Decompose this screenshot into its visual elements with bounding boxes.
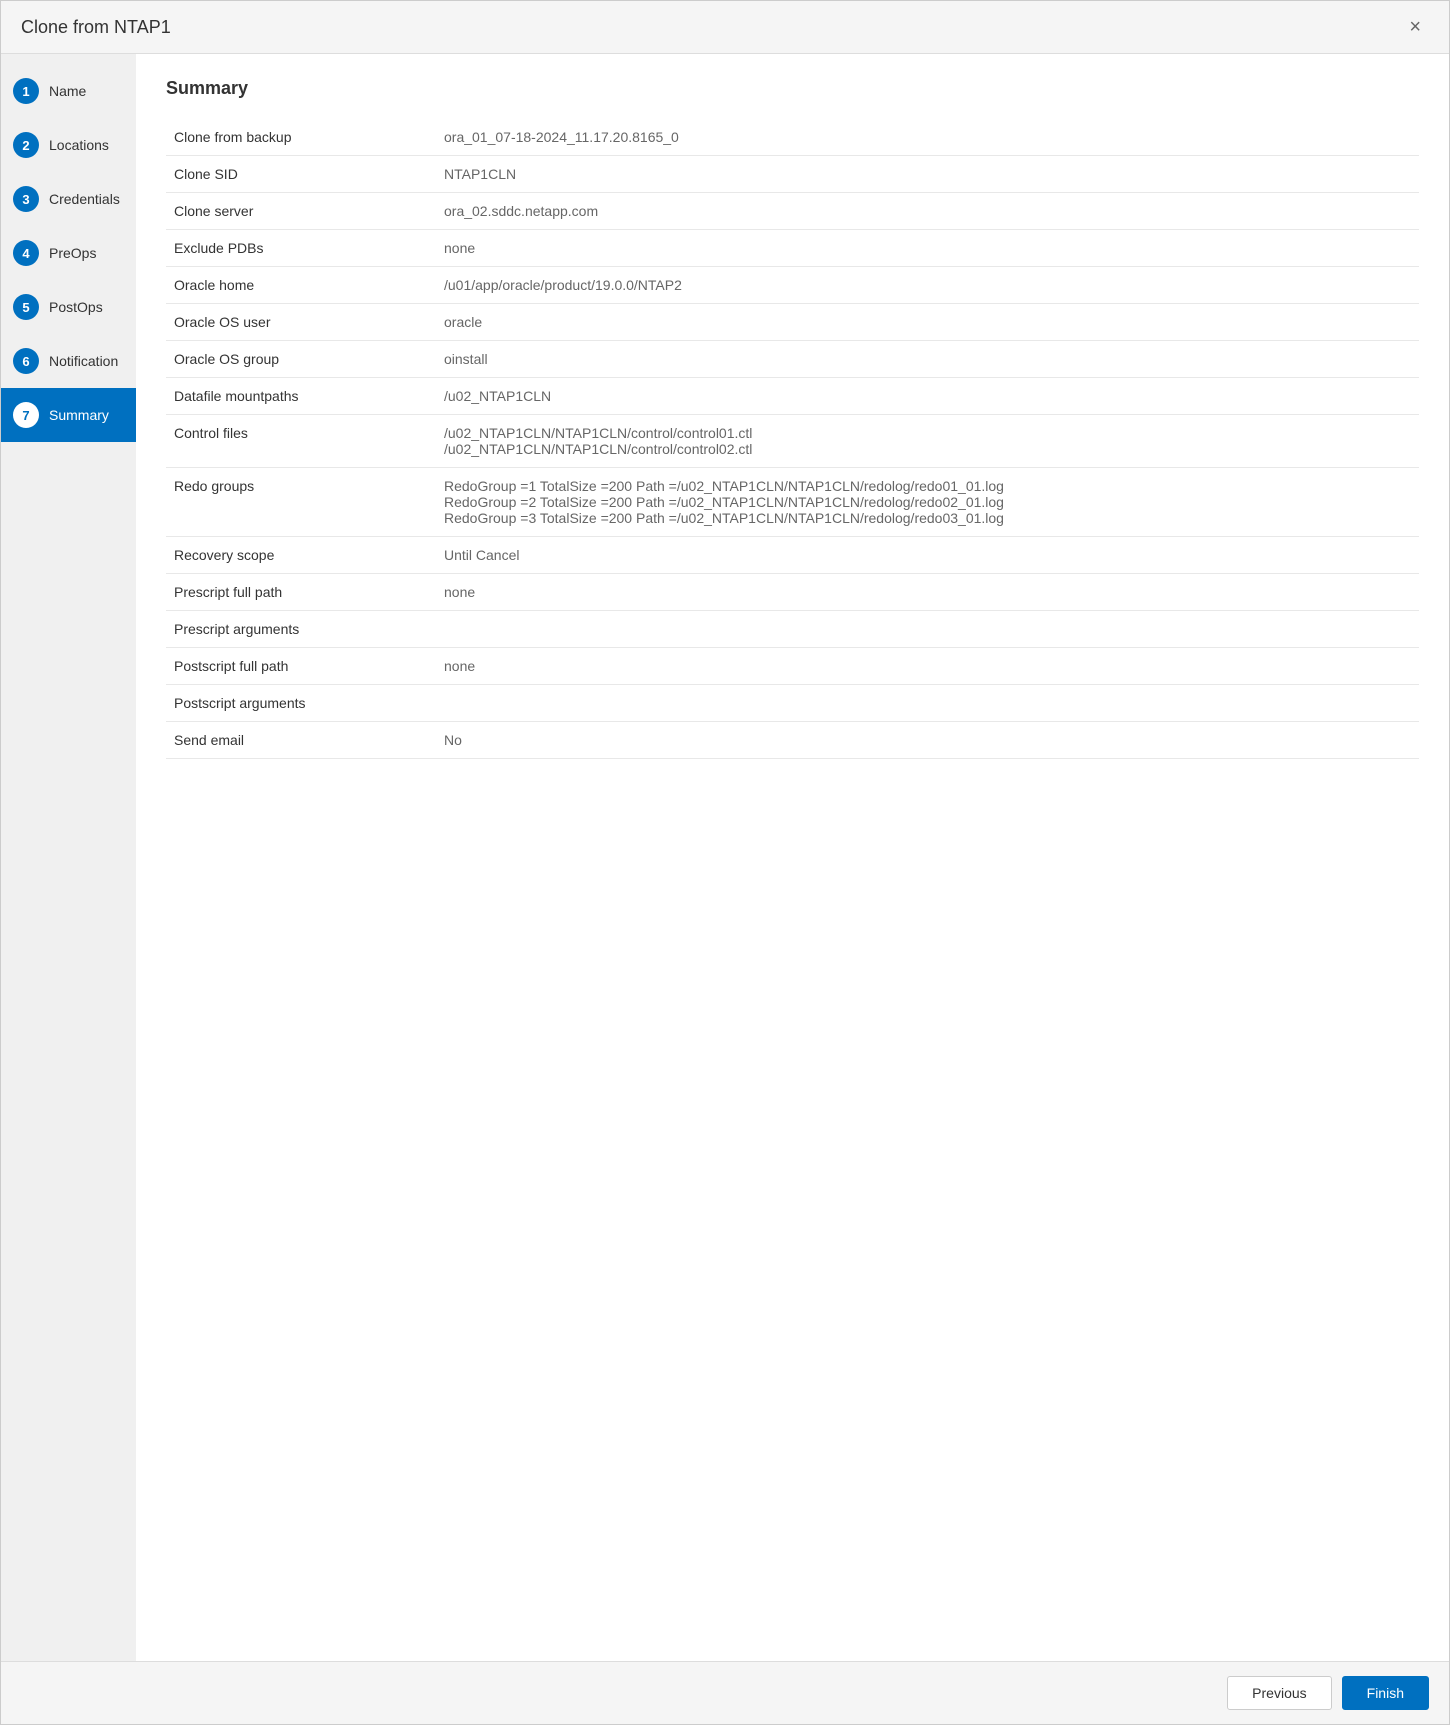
row-value: none bbox=[436, 648, 1419, 685]
row-value bbox=[436, 685, 1419, 722]
main-content: Summary Clone from backupora_01_07-18-20… bbox=[136, 54, 1449, 1661]
step-number: 3 bbox=[13, 186, 39, 212]
table-row: Clone SIDNTAP1CLN bbox=[166, 156, 1419, 193]
row-value: ora_01_07-18-2024_11.17.20.8165_0 bbox=[436, 119, 1419, 156]
dialog-footer: Previous Finish bbox=[1, 1661, 1449, 1724]
table-row: Recovery scopeUntil Cancel bbox=[166, 537, 1419, 574]
finish-button[interactable]: Finish bbox=[1342, 1676, 1429, 1710]
step-number: 2 bbox=[13, 132, 39, 158]
sidebar-item-postops[interactable]: 5 PostOps bbox=[1, 280, 136, 334]
row-value: ora_02.sddc.netapp.com bbox=[436, 193, 1419, 230]
sidebar-item-label: Credentials bbox=[49, 191, 120, 207]
row-value: none bbox=[436, 574, 1419, 611]
sidebar-item-notification[interactable]: 6 Notification bbox=[1, 334, 136, 388]
step-number: 7 bbox=[13, 402, 39, 428]
sidebar-item-label: Summary bbox=[49, 407, 109, 423]
sidebar-item-name[interactable]: 1 Name bbox=[1, 64, 136, 118]
row-value: RedoGroup =1 TotalSize =200 Path =/u02_N… bbox=[436, 468, 1419, 537]
row-value: oinstall bbox=[436, 341, 1419, 378]
row-label: Clone SID bbox=[166, 156, 436, 193]
step-number: 1 bbox=[13, 78, 39, 104]
row-label: Control files bbox=[166, 415, 436, 468]
table-row: Exclude PDBsnone bbox=[166, 230, 1419, 267]
row-value: Until Cancel bbox=[436, 537, 1419, 574]
table-row: Oracle OS groupoinstall bbox=[166, 341, 1419, 378]
row-value bbox=[436, 611, 1419, 648]
table-row: Oracle OS useroracle bbox=[166, 304, 1419, 341]
table-row: Send emailNo bbox=[166, 722, 1419, 759]
dialog-header: Clone from NTAP1 × bbox=[1, 1, 1449, 54]
row-label: Postscript full path bbox=[166, 648, 436, 685]
row-label: Prescript full path bbox=[166, 574, 436, 611]
row-label: Datafile mountpaths bbox=[166, 378, 436, 415]
row-label: Exclude PDBs bbox=[166, 230, 436, 267]
row-value: /u01/app/oracle/product/19.0.0/NTAP2 bbox=[436, 267, 1419, 304]
table-row: Prescript arguments bbox=[166, 611, 1419, 648]
table-row: Postscript arguments bbox=[166, 685, 1419, 722]
row-value: NTAP1CLN bbox=[436, 156, 1419, 193]
sidebar-item-locations[interactable]: 2 Locations bbox=[1, 118, 136, 172]
row-label: Oracle OS group bbox=[166, 341, 436, 378]
row-label: Oracle OS user bbox=[166, 304, 436, 341]
row-label: Prescript arguments bbox=[166, 611, 436, 648]
previous-button[interactable]: Previous bbox=[1227, 1676, 1331, 1710]
dialog-title: Clone from NTAP1 bbox=[21, 17, 171, 38]
step-number: 6 bbox=[13, 348, 39, 374]
row-value: oracle bbox=[436, 304, 1419, 341]
row-label: Clone server bbox=[166, 193, 436, 230]
row-label: Postscript arguments bbox=[166, 685, 436, 722]
sidebar-item-credentials[interactable]: 3 Credentials bbox=[1, 172, 136, 226]
table-row: Postscript full pathnone bbox=[166, 648, 1419, 685]
dialog-body: 1 Name 2 Locations 3 Credentials 4 PreOps 5 PostO… bbox=[1, 54, 1449, 1661]
step-number: 5 bbox=[13, 294, 39, 320]
table-row: Prescript full pathnone bbox=[166, 574, 1419, 611]
row-label: Clone from backup bbox=[166, 119, 436, 156]
dialog-container: Clone from NTAP1 × 1 Name 2 Locations 3 Crede… bbox=[0, 0, 1450, 1725]
row-label: Oracle home bbox=[166, 267, 436, 304]
sidebar-item-label: PreOps bbox=[49, 245, 96, 261]
sidebar-item-label: Locations bbox=[49, 137, 109, 153]
sidebar-item-label: Notification bbox=[49, 353, 118, 369]
sidebar-item-summary[interactable]: 7 Summary bbox=[1, 388, 136, 442]
row-label: Recovery scope bbox=[166, 537, 436, 574]
table-row: Clone from backupora_01_07-18-2024_11.17… bbox=[166, 119, 1419, 156]
row-value: none bbox=[436, 230, 1419, 267]
table-row: Clone serverora_02.sddc.netapp.com bbox=[166, 193, 1419, 230]
row-value: /u02_NTAP1CLN/NTAP1CLN/control/control01… bbox=[436, 415, 1419, 468]
sidebar-item-label: PostOps bbox=[49, 299, 103, 315]
sidebar-item-preops[interactable]: 4 PreOps bbox=[1, 226, 136, 280]
row-value: No bbox=[436, 722, 1419, 759]
summary-table: Clone from backupora_01_07-18-2024_11.17… bbox=[166, 119, 1419, 759]
row-value: /u02_NTAP1CLN bbox=[436, 378, 1419, 415]
sidebar: 1 Name 2 Locations 3 Credentials 4 PreOps 5 PostO… bbox=[1, 54, 136, 1661]
table-row: Control files/u02_NTAP1CLN/NTAP1CLN/cont… bbox=[166, 415, 1419, 468]
sidebar-item-label: Name bbox=[49, 83, 86, 99]
row-label: Redo groups bbox=[166, 468, 436, 537]
table-row: Oracle home/u01/app/oracle/product/19.0.… bbox=[166, 267, 1419, 304]
table-row: Redo groupsRedoGroup =1 TotalSize =200 P… bbox=[166, 468, 1419, 537]
section-title: Summary bbox=[166, 78, 1419, 99]
row-label: Send email bbox=[166, 722, 436, 759]
close-button[interactable]: × bbox=[1401, 13, 1429, 41]
step-number: 4 bbox=[13, 240, 39, 266]
table-row: Datafile mountpaths/u02_NTAP1CLN bbox=[166, 378, 1419, 415]
